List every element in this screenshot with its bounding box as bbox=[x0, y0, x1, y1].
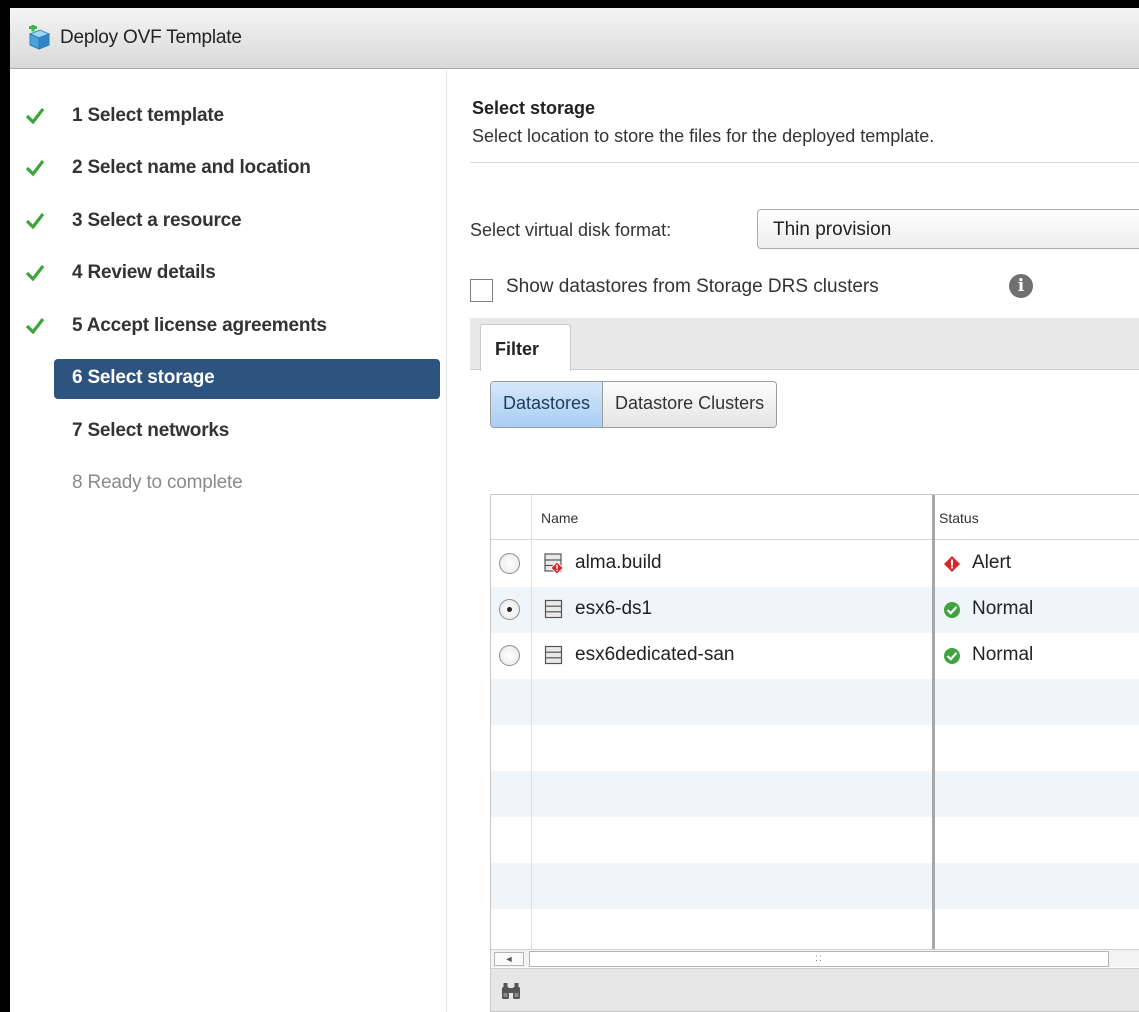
empty-row bbox=[491, 679, 1139, 725]
scrollbar-thumb[interactable]: :: bbox=[529, 951, 1109, 967]
row-radio[interactable] bbox=[499, 645, 520, 666]
datastore-status: Normal bbox=[972, 598, 1034, 619]
binoculars-icon[interactable] bbox=[500, 982, 522, 1000]
check-icon bbox=[24, 104, 46, 126]
page-subtitle: Select location to store the files for t… bbox=[472, 126, 935, 146]
step-accept-license-agreements[interactable]: 5 Accept license agreements bbox=[10, 306, 447, 346]
row-radio[interactable] bbox=[499, 553, 520, 574]
ok-icon bbox=[942, 646, 962, 666]
datastore-view-toggle: Datastores Datastore Clusters bbox=[490, 381, 778, 428]
info-icon[interactable]: i bbox=[1009, 274, 1033, 298]
ovf-package-icon bbox=[26, 23, 52, 51]
datastore-alert-icon bbox=[544, 553, 564, 575]
dialog-title: Deploy OVF Template bbox=[60, 27, 242, 48]
datastore-status: Alert bbox=[972, 552, 1012, 573]
check-icon bbox=[24, 156, 46, 178]
step-label: 7 Select networks bbox=[72, 420, 230, 441]
datastore-icon bbox=[544, 599, 563, 619]
step-label: 1 Select template bbox=[72, 105, 224, 126]
disk-format-label: Select virtual disk format: bbox=[470, 220, 672, 240]
select-storage-panel: Select storage Select location to store … bbox=[470, 70, 1139, 1012]
horizontal-scrollbar[interactable]: ◄ :: bbox=[491, 949, 1139, 967]
empty-row bbox=[491, 771, 1139, 817]
empty-row bbox=[491, 863, 1139, 909]
step-select-template[interactable]: 1 Select template bbox=[10, 96, 447, 136]
datastore-status: Normal bbox=[972, 644, 1034, 665]
drs-clusters-label: Show datastores from Storage DRS cluster… bbox=[506, 276, 879, 297]
datastore-icon bbox=[544, 645, 563, 665]
header-divider bbox=[470, 162, 1139, 163]
table-row[interactable]: esx6dedicated-san Normal bbox=[491, 633, 1139, 679]
check-icon bbox=[24, 314, 46, 336]
datastore-name: esx6dedicated-san bbox=[575, 644, 735, 665]
column-divider bbox=[531, 495, 532, 949]
disk-format-select[interactable]: Thin provision bbox=[757, 209, 1139, 249]
row-radio-selected[interactable] bbox=[499, 599, 520, 620]
check-icon bbox=[24, 261, 46, 283]
empty-row bbox=[491, 909, 1139, 949]
empty-row bbox=[491, 817, 1139, 863]
step-select-name-and-location[interactable]: 2 Select name and location bbox=[10, 148, 447, 188]
tab-bar: Filter bbox=[470, 318, 1139, 371]
datastore-name: alma.build bbox=[575, 552, 662, 573]
datastore-name: esx6-ds1 bbox=[575, 598, 653, 619]
table-header: Name Status bbox=[491, 495, 1139, 540]
ok-icon bbox=[942, 600, 962, 620]
drs-clusters-checkbox[interactable] bbox=[470, 279, 493, 302]
empty-row bbox=[491, 725, 1139, 771]
table-row[interactable]: esx6-ds1 Normal bbox=[491, 587, 1139, 633]
table-footer bbox=[491, 968, 1139, 1011]
title-bar: Deploy OVF Template bbox=[10, 8, 1139, 69]
step-label: 5 Accept license agreements bbox=[72, 315, 327, 336]
table-row[interactable]: alma.build Alert bbox=[491, 541, 1139, 587]
column-resize-handle[interactable] bbox=[932, 495, 935, 949]
page-title: Select storage bbox=[472, 98, 596, 118]
tab-filter[interactable]: Filter bbox=[480, 324, 571, 371]
step-review-details[interactable]: 4 Review details bbox=[10, 253, 447, 293]
step-label: 3 Select a resource bbox=[72, 210, 242, 231]
check-icon bbox=[24, 209, 46, 231]
alert-icon bbox=[942, 554, 962, 574]
datastores-button[interactable]: Datastores bbox=[491, 382, 604, 427]
datastore-table: Name Status alma.build Alert esx6-ds1 No… bbox=[490, 494, 1139, 1012]
deploy-ovf-dialog: Deploy OVF Template 1 Select template 2 … bbox=[10, 8, 1139, 1012]
wizard-steps: 1 Select template 2 Select name and loca… bbox=[10, 70, 447, 1012]
step-label: 8 Ready to complete bbox=[72, 472, 243, 493]
datastore-clusters-button[interactable]: Datastore Clusters bbox=[603, 382, 777, 427]
step-ready-to-complete: 8 Ready to complete bbox=[10, 463, 447, 503]
step-select-a-resource[interactable]: 3 Select a resource bbox=[10, 201, 447, 241]
step-label: 4 Review details bbox=[72, 262, 216, 283]
column-header-name[interactable]: Name bbox=[541, 510, 578, 526]
column-header-status[interactable]: Status bbox=[939, 510, 979, 526]
step-label: 2 Select name and location bbox=[72, 157, 311, 178]
scroll-left-arrow[interactable]: ◄ bbox=[494, 952, 524, 966]
step-select-storage[interactable]: 6 Select storage bbox=[10, 357, 447, 399]
step-label: 6 Select storage bbox=[72, 367, 215, 388]
step-select-networks[interactable]: 7 Select networks bbox=[10, 411, 447, 451]
